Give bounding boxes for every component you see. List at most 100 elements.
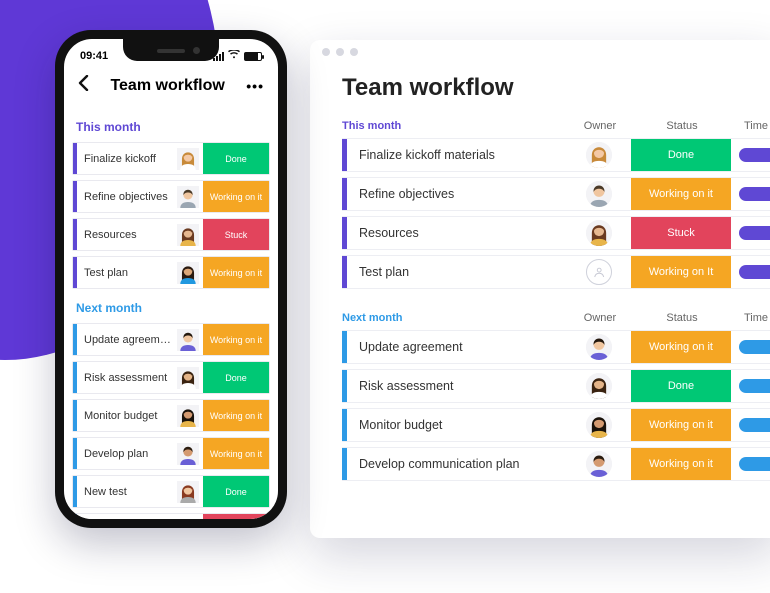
item-label: Finalize kickoff materials: [347, 148, 567, 162]
item-label: New test: [77, 486, 173, 498]
item-label: Develop communication plan: [347, 457, 567, 471]
phone-list[interactable]: This monthFinalize kickoffDone Refine obj…: [64, 108, 278, 519]
item-label: Refine objectives: [347, 187, 567, 201]
desktop-window: Team workflow This monthOwnerStatusTimeF…: [310, 40, 770, 538]
status-chip[interactable]: Stuck: [631, 217, 731, 249]
list-item[interactable]: Risk assessment Done: [72, 361, 270, 394]
owner-avatar[interactable]: [177, 224, 199, 246]
list-item[interactable]: Update agreementWorking on it: [72, 323, 270, 356]
timeline-cell[interactable]: [731, 226, 770, 240]
owner-avatar[interactable]: [586, 412, 612, 438]
owner-avatar[interactable]: [177, 405, 199, 427]
timeline-pill: [739, 148, 770, 162]
status-chip[interactable]: Done: [203, 143, 269, 174]
item-label: Test plan: [77, 267, 173, 279]
owner-avatar[interactable]: [177, 519, 199, 520]
owner-avatar[interactable]: [586, 334, 612, 360]
table-row[interactable]: Refine objectives Working on it: [342, 177, 770, 211]
timeline-cell[interactable]: [731, 418, 770, 432]
owner-cell[interactable]: [567, 334, 631, 360]
owner-avatar[interactable]: [586, 451, 612, 477]
status-clock: 09:41: [80, 50, 108, 62]
owner-avatar[interactable]: [177, 262, 199, 284]
status-chip[interactable]: Working on it: [631, 448, 731, 480]
back-icon[interactable]: [78, 75, 89, 96]
owner-cell[interactable]: [567, 451, 631, 477]
table-row[interactable]: Finalize kickoff materials Done: [342, 138, 770, 172]
table-row[interactable]: Test planWorking on It: [342, 255, 770, 289]
owner-cell[interactable]: [567, 181, 631, 207]
list-item[interactable]: Refine objectives Working on it: [72, 180, 270, 213]
owner-avatar[interactable]: [177, 148, 199, 170]
status-chip[interactable]: Working on it: [631, 409, 731, 441]
table-row[interactable]: Resources Stuck: [342, 216, 770, 250]
item-label: Risk assessment: [347, 379, 567, 393]
list-item[interactable]: Finalize kickoffDone: [72, 142, 270, 175]
status-chip[interactable]: Working on It: [631, 256, 731, 288]
status-chip[interactable]: Working on it: [203, 257, 269, 288]
owner-cell[interactable]: [567, 220, 631, 246]
owner-avatar[interactable]: [177, 443, 199, 465]
list-item[interactable]: ResourcesStuck: [72, 218, 270, 251]
owner-avatar[interactable]: [586, 220, 612, 246]
item-label: Refine objectives: [77, 191, 173, 203]
table-row[interactable]: Monitor budget Working on it: [342, 408, 770, 442]
timeline-cell[interactable]: [731, 340, 770, 354]
timeline-cell[interactable]: [731, 379, 770, 393]
list-item[interactable]: Monitor budgetWorking on it: [72, 399, 270, 432]
timeline-cell[interactable]: [731, 457, 770, 471]
owner-avatar[interactable]: [586, 373, 612, 399]
owner-cell[interactable]: [567, 412, 631, 438]
status-chip[interactable]: Stuck: [203, 219, 269, 250]
status-chip[interactable]: Done: [631, 139, 731, 171]
table-row[interactable]: Risk assessment Done: [342, 369, 770, 403]
status-chip[interactable]: Done: [631, 370, 731, 402]
status-chip[interactable]: Working on it: [631, 178, 731, 210]
owner-cell[interactable]: [567, 259, 631, 285]
section-header[interactable]: Next month: [342, 312, 568, 324]
list-item[interactable]: Develop planWorking on it: [72, 437, 270, 470]
owner-avatar[interactable]: [586, 142, 612, 168]
owner-avatar[interactable]: [586, 181, 612, 207]
status-chip[interactable]: Done: [203, 476, 269, 507]
section-header[interactable]: This month: [72, 116, 270, 142]
timeline-cell[interactable]: [731, 148, 770, 162]
phone-frame: 09:41 Team workflow ••• This monthFinali…: [55, 30, 287, 528]
window-dot-icon: [322, 48, 330, 56]
phone-screen: 09:41 Team workflow ••• This monthFinali…: [64, 39, 278, 519]
timeline-pill: [739, 418, 770, 432]
status-chip[interactable]: Done: [203, 362, 269, 393]
item-label: Risk assessment: [77, 372, 173, 384]
desktop-content: Team workflow This monthOwnerStatusTimeF…: [310, 64, 770, 504]
item-label: Resources: [347, 226, 567, 240]
status-chip[interactable]: Stuck: [203, 514, 269, 519]
owner-avatar[interactable]: [177, 329, 199, 351]
list-item[interactable]: New test Done: [72, 475, 270, 508]
owner-avatar[interactable]: [177, 367, 199, 389]
desktop-list[interactable]: This monthOwnerStatusTimeFinalize kickof…: [342, 120, 770, 504]
table-row[interactable]: Update agreement Working on it: [342, 330, 770, 364]
item-label: Update agreement: [347, 340, 567, 354]
list-item[interactable]: Test plan Working on it: [72, 256, 270, 289]
owner-cell[interactable]: [567, 142, 631, 168]
more-icon[interactable]: •••: [246, 78, 264, 94]
status-chip[interactable]: Working on it: [631, 331, 731, 363]
timeline-pill: [739, 226, 770, 240]
owner-avatar[interactable]: [177, 481, 199, 503]
status-chip[interactable]: Working on it: [203, 324, 269, 355]
status-chip[interactable]: Working on it: [203, 181, 269, 212]
timeline-cell[interactable]: [731, 187, 770, 201]
status-chip[interactable]: Working on it: [203, 400, 269, 431]
section-header[interactable]: This month: [342, 120, 568, 132]
col-owner: Owner: [568, 312, 632, 324]
owner-cell[interactable]: [567, 373, 631, 399]
item-label: Monitor budget: [347, 418, 567, 432]
section-header[interactable]: Next month: [72, 297, 270, 323]
timeline-cell[interactable]: [731, 265, 770, 279]
owner-avatar[interactable]: [586, 259, 612, 285]
table-row[interactable]: Develop communication plan Working on it: [342, 447, 770, 481]
window-dot-icon: [336, 48, 344, 56]
owner-avatar[interactable]: [177, 186, 199, 208]
status-chip[interactable]: Working on it: [203, 438, 269, 469]
list-item[interactable]: Kickoff budgetStuck: [72, 513, 270, 519]
